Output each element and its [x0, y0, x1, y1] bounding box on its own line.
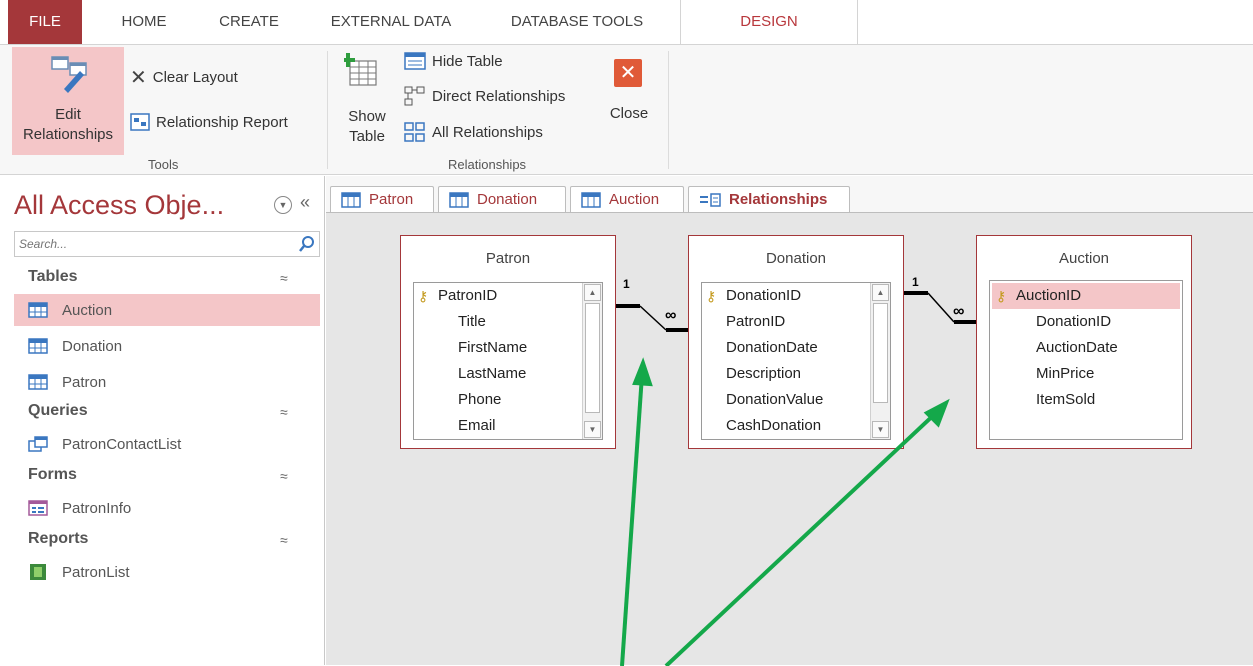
document-tabs: Patron Donation Auction Relationships	[326, 176, 1253, 212]
relationship-many-label: ∞	[665, 307, 677, 324]
all-relationships-icon	[404, 122, 425, 142]
doc-tab-patron[interactable]: Patron	[330, 186, 434, 212]
doc-tab-label: Donation	[477, 191, 538, 208]
relationship-line-donation-auction[interactable]	[904, 291, 976, 324]
relationship-one-label: 1	[912, 275, 919, 289]
close-label: Close	[609, 105, 649, 122]
clear-layout-button[interactable]: ✕ Clear Layout	[130, 65, 238, 90]
all-relationships-label: All Relationships	[432, 123, 543, 141]
relationship-report-label: Relationship Report	[156, 113, 288, 131]
nav-item-label: Patron	[62, 373, 107, 391]
nav-pane-title[interactable]: All Access Obje...	[14, 190, 224, 221]
clear-icon: ✕	[130, 67, 147, 89]
relationships-canvas[interactable]: Patron ⚷ PatronID Title FirstName LastNa…	[326, 212, 1253, 666]
collapse-chevron-icon[interactable]: ≈	[280, 270, 288, 286]
collapse-chevron-icon[interactable]: ≈	[280, 468, 288, 484]
hide-table-icon	[404, 52, 426, 70]
hide-table-label: Hide Table	[432, 52, 503, 70]
doc-tab-label: Auction	[609, 191, 660, 208]
report-icon	[30, 564, 46, 580]
nav-section-queries[interactable]: Queries	[28, 402, 88, 420]
ribbon-separator	[668, 51, 669, 169]
table-icon	[581, 191, 601, 208]
nav-item-auction[interactable]: Auction	[14, 294, 320, 326]
edit-relationships-button[interactable]: Edit Relationships	[12, 47, 124, 155]
tab-file[interactable]: FILE	[8, 0, 82, 44]
report-icon	[130, 113, 150, 131]
doc-tab-auction[interactable]: Auction	[570, 186, 684, 212]
relationship-report-button[interactable]: Relationship Report	[130, 113, 288, 131]
nav-item-label: PatronInfo	[62, 499, 132, 517]
doc-tab-relationships[interactable]: Relationships	[688, 186, 850, 212]
nav-item-label: Auction	[62, 301, 113, 319]
nav-section-forms[interactable]: Forms	[28, 466, 77, 484]
table-icon	[341, 191, 361, 208]
relationship-lines	[616, 291, 976, 666]
relationships-icon	[700, 192, 721, 207]
hide-table-button[interactable]: Hide Table	[404, 51, 503, 71]
edit-relationships-label-2: Relationships	[22, 126, 114, 143]
direct-relationships-label: Direct Relationships	[432, 87, 566, 105]
ribbon-separator	[327, 51, 328, 169]
show-table-label-1: Show	[348, 108, 386, 125]
doc-tab-label: Relationships	[729, 191, 828, 208]
ribbon: Edit Relationships ✕ Clear Layout Relati…	[0, 44, 1253, 175]
tab-database-tools[interactable]: DATABASE TOOLS	[486, 0, 668, 44]
direct-relationships-icon	[404, 86, 425, 106]
tab-home[interactable]: HOME	[104, 0, 184, 44]
nav-item-patroninfo[interactable]: PatronInfo	[14, 492, 320, 524]
relationship-many-label: ∞	[953, 303, 965, 320]
nav-section-reports[interactable]: Reports	[28, 530, 88, 548]
nav-item-label: PatronList	[62, 563, 130, 581]
relationship-line-patron-donation[interactable]	[616, 304, 688, 332]
nav-item-patronlist[interactable]: PatronList	[14, 556, 320, 588]
nav-search-box	[14, 231, 320, 257]
doc-tab-donation[interactable]: Donation	[438, 186, 566, 212]
edit-relationships-label-1: Edit	[55, 106, 81, 123]
form-icon	[28, 500, 48, 516]
table-icon	[28, 338, 48, 354]
clear-layout-label: Clear Layout	[152, 69, 238, 86]
nav-dropdown-icon[interactable]: ▼	[274, 196, 292, 214]
nav-item-patron[interactable]: Patron	[14, 366, 320, 398]
edit-relationships-icon	[51, 56, 87, 93]
show-table-label-2: Table	[349, 128, 385, 145]
close-icon: ✕	[614, 59, 642, 87]
nav-item-donation[interactable]: Donation	[14, 330, 320, 362]
tab-design[interactable]: DESIGN	[680, 0, 858, 46]
group-label-relationships: Relationships	[448, 157, 527, 172]
ribbon-tab-bar: FILE HOME CREATE EXTERNAL DATA DATABASE …	[0, 0, 1253, 46]
nav-item-patroncontactlist[interactable]: PatronContactList	[14, 428, 320, 460]
table-icon	[449, 191, 469, 208]
nav-item-label: Donation	[62, 337, 123, 355]
table-icon	[28, 374, 48, 390]
all-relationships-button[interactable]: All Relationships	[404, 121, 543, 143]
close-button[interactable]: ✕ Close	[606, 55, 662, 145]
relationship-one-label: 1	[623, 277, 630, 291]
tab-external-data[interactable]: EXTERNAL DATA	[312, 0, 470, 44]
show-table-icon	[344, 53, 377, 86]
navigation-pane: All Access Obje... ▼ « Tables ≈ Auction …	[0, 176, 325, 665]
search-input[interactable]	[15, 232, 285, 256]
show-table-button[interactable]: Show Table	[340, 49, 396, 153]
query-icon	[28, 436, 48, 452]
nav-collapse-icon[interactable]: «	[300, 192, 310, 213]
search-icon[interactable]	[299, 235, 315, 253]
doc-tab-label: Patron	[369, 191, 414, 208]
direct-relationships-button[interactable]: Direct Relationships	[404, 85, 565, 107]
nav-item-label: PatronContactList	[62, 435, 182, 453]
group-label-tools: Tools	[148, 157, 179, 172]
collapse-chevron-icon[interactable]: ≈	[280, 404, 288, 420]
table-icon	[28, 302, 48, 318]
tab-create[interactable]: CREATE	[204, 0, 294, 44]
collapse-chevron-icon[interactable]: ≈	[280, 532, 288, 548]
nav-section-tables[interactable]: Tables	[28, 268, 78, 286]
annotation-arrows	[620, 357, 950, 666]
